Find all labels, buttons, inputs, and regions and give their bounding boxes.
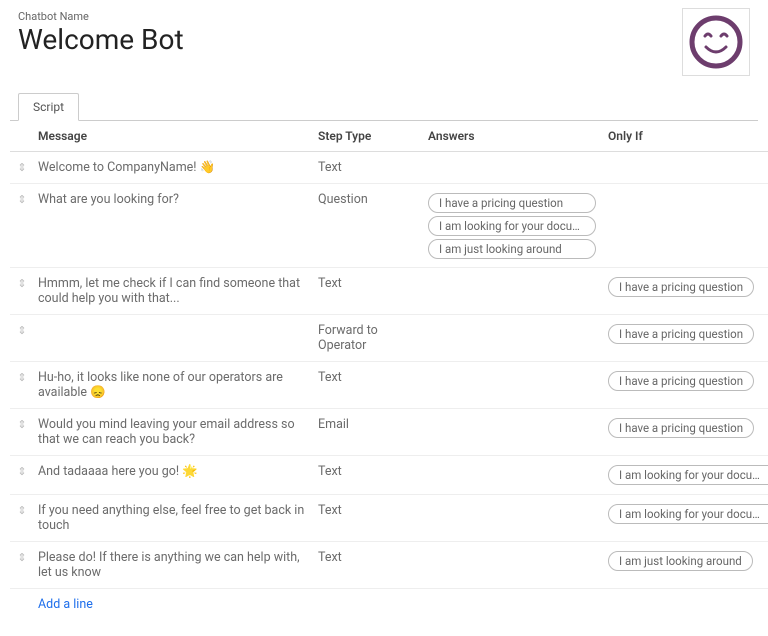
column-header-message[interactable]: Message (32, 121, 312, 152)
step-type[interactable]: Text (318, 464, 416, 479)
tab-script[interactable]: Script (18, 93, 79, 121)
column-header-answers[interactable]: Answers (422, 121, 602, 152)
table-row: ⇕ Hu-ho, it looks like none of our operat… (10, 362, 768, 409)
step-type[interactable]: Text (318, 276, 416, 291)
only-if-pill[interactable]: I am looking for your documentati... (608, 465, 768, 485)
tab-bar: Script (10, 92, 758, 121)
answer-pill[interactable]: I have a pricing question (428, 193, 596, 213)
step-type[interactable]: Text (318, 550, 416, 565)
drag-handle-icon[interactable]: ⇕ (17, 371, 24, 384)
table-row: ⇕ Hmmm, let me check if I can find someon… (10, 268, 768, 315)
drag-handle-icon[interactable]: ⇕ (17, 193, 24, 206)
step-type[interactable]: Text (318, 160, 416, 175)
table-row: ⇕ Forward to Operator I have a pricing que… (10, 315, 768, 362)
drag-handle-icon[interactable]: ⇕ (17, 465, 24, 478)
add-line-button[interactable]: Add a line (10, 589, 758, 616)
step-type[interactable]: Email (318, 417, 416, 432)
drag-handle-icon[interactable]: ⇕ (17, 504, 24, 517)
step-type[interactable]: Text (318, 370, 416, 385)
only-if-pill[interactable]: I am just looking around (608, 551, 753, 571)
step-message[interactable]: What are you looking for? (38, 192, 306, 207)
step-type[interactable]: Text (318, 503, 416, 518)
step-type[interactable]: Question (318, 192, 416, 207)
only-if-pill[interactable]: I have a pricing question (608, 418, 754, 438)
chatbot-name-value[interactable]: Welcome Bot (18, 25, 184, 56)
drag-handle-icon[interactable]: ⇕ (17, 551, 24, 564)
only-if-pill[interactable]: I have a pricing question (608, 277, 754, 297)
drag-handle-icon[interactable]: ⇕ (17, 418, 24, 431)
table-row: ⇕ Would you mind leaving your email addre… (10, 409, 768, 456)
drag-handle-icon[interactable]: ⇕ (17, 277, 24, 290)
drag-handle-icon[interactable]: ⇕ (17, 161, 24, 174)
step-message[interactable]: Would you mind leaving your email addres… (38, 417, 306, 447)
step-message[interactable]: Hmmm, let me check if I can find someone… (38, 276, 306, 306)
answer-pill[interactable]: I am looking for your documentati... (428, 216, 596, 236)
step-message[interactable]: Welcome to CompanyName! 👋 (38, 160, 306, 175)
answers-list: I have a pricing question I am looking fo… (428, 193, 596, 259)
table-row: ⇕Welcome to CompanyName! 👋Text🗑 (10, 152, 768, 184)
smiley-icon (688, 14, 744, 70)
only-if-pill[interactable]: I am looking for your documentati... (608, 504, 768, 524)
step-type[interactable]: Forward to Operator (318, 323, 416, 353)
step-message[interactable]: Hu-ho, it looks like none of our operato… (38, 370, 306, 400)
column-header-step-type[interactable]: Step Type (312, 121, 422, 152)
step-message[interactable]: If you need anything else, feel free to … (38, 503, 306, 533)
step-message[interactable]: And tadaaaa here you go! 🌟 (38, 464, 306, 479)
column-header-only-if[interactable]: Only If (602, 121, 768, 152)
drag-handle-icon[interactable]: ⇕ (17, 324, 24, 337)
chatbot-name-label: Chatbot Name (18, 10, 184, 23)
table-row: ⇕ What are you looking for? Question I have… (10, 184, 768, 268)
chatbot-avatar[interactable] (682, 8, 750, 76)
table-row: ⇕ If you need anything else, feel free to… (10, 495, 768, 542)
script-steps-table: Message Step Type Answers Only If ⇕ Welco… (10, 121, 768, 589)
table-row: ⇕ Please do! If there is anything we can … (10, 542, 768, 589)
table-row: ⇕ And tadaaaa here you go! 🌟 Text I am look… (10, 456, 768, 495)
only-if-pill[interactable]: I have a pricing question (608, 371, 754, 391)
answer-pill[interactable]: I am just looking around (428, 239, 596, 259)
only-if-pill[interactable]: I have a pricing question (608, 324, 754, 344)
step-message[interactable]: Please do! If there is anything we can h… (38, 550, 306, 580)
